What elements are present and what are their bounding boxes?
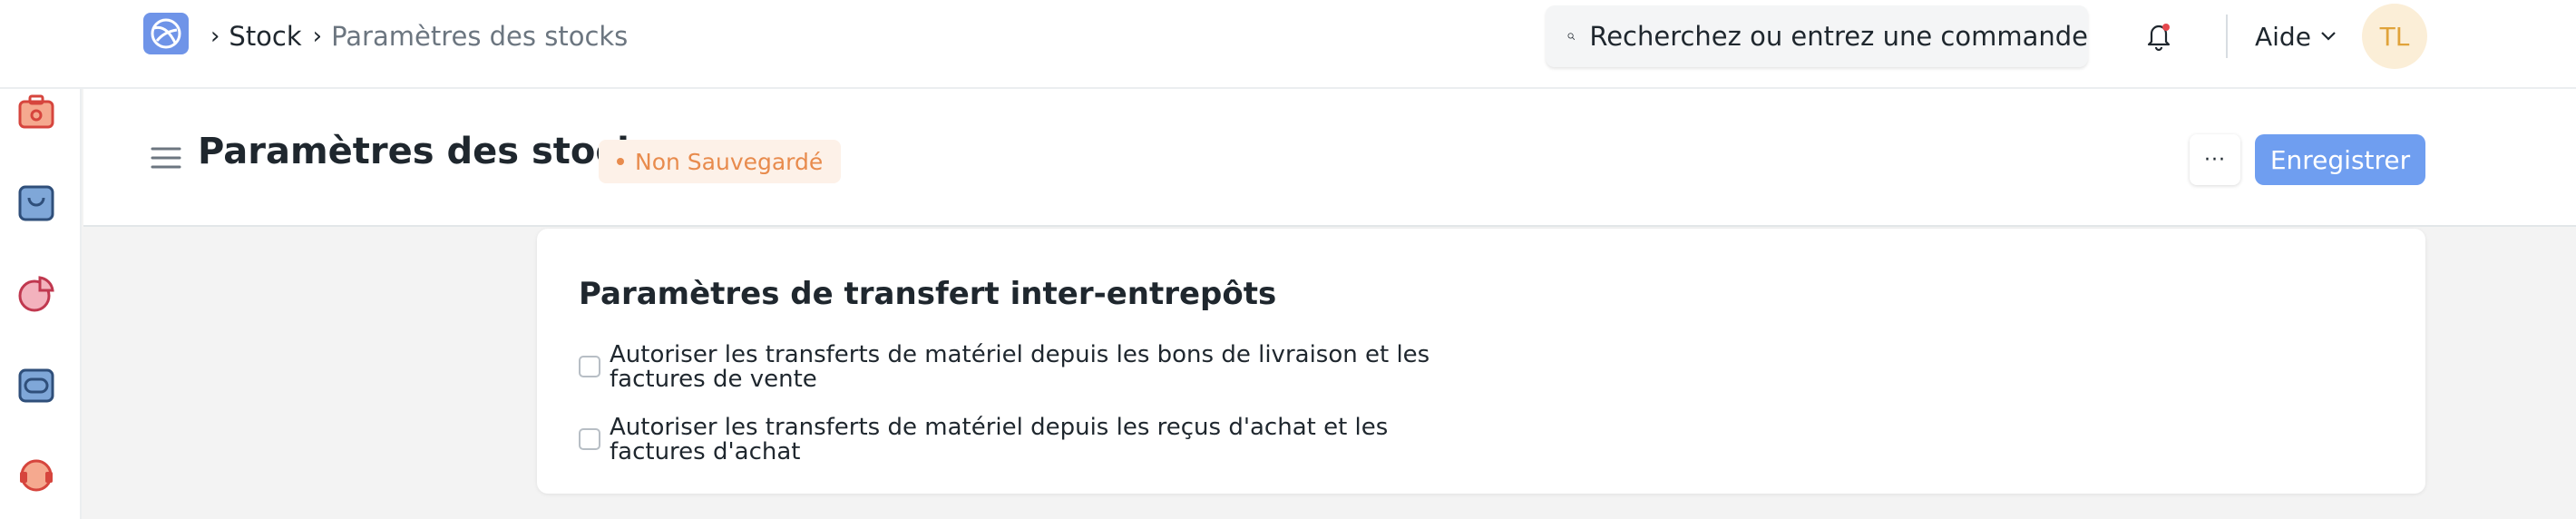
breadcrumb-stock-settings[interactable]: Paramètres des stocks (331, 21, 628, 52)
sidebar (0, 89, 82, 519)
option-row-delivery[interactable]: Autoriser les transferts de matériel dep… (579, 343, 1504, 392)
menu-toggle-icon[interactable] (151, 145, 181, 171)
section-title: Paramètres de transfert inter-entrepôts (579, 276, 1277, 312)
help-dropdown[interactable]: Aide (2255, 18, 2337, 54)
status-text: Non Sauvegardé (635, 148, 824, 175)
option-label: Autoriser les transferts de matériel dep… (610, 341, 1430, 393)
app-logo-icon[interactable] (143, 13, 189, 54)
status-badge: Non Sauvegardé (599, 140, 842, 183)
option-row-purchase[interactable]: Autoriser les transferts de matériel dep… (579, 416, 1504, 465)
chevron-right-icon: › (210, 23, 220, 50)
top-navbar: › Stock › Paramètres des stocks Recherch… (0, 0, 2576, 89)
breadcrumb: › Stock › Paramètres des stocks (210, 18, 628, 54)
avatar[interactable]: TL (2362, 4, 2427, 69)
status-dot (617, 158, 624, 165)
chevron-right-icon: › (312, 23, 323, 50)
navbar-divider (2226, 15, 2228, 58)
option-label: Autoriser les transferts de matériel dep… (610, 414, 1389, 465)
shopping-bag-icon[interactable] (16, 183, 56, 223)
toolbox-icon[interactable] (16, 93, 56, 132)
search-input[interactable]: Recherchez ou entrez une commande (1546, 5, 2088, 67)
checkbox-delivery-transfer[interactable] (579, 356, 600, 377)
wallet-icon[interactable] (16, 365, 56, 405)
breadcrumb-stock[interactable]: Stock (229, 21, 301, 52)
pie-chart-icon[interactable] (16, 274, 56, 314)
settings-card: Paramètres de transfert inter-entrepôts … (537, 229, 2425, 494)
search-icon (1567, 33, 1576, 40)
notification-bell-icon[interactable] (2144, 20, 2173, 53)
support-icon[interactable] (16, 455, 56, 495)
page-title: Paramètres des stocks (198, 131, 663, 172)
help-label: Aide (2255, 21, 2311, 52)
more-actions-button[interactable]: ··· (2190, 134, 2240, 185)
chevron-down-icon (2321, 32, 2336, 41)
page-header: Paramètres des stocks Non Sauvegardé ···… (83, 89, 2576, 227)
save-button[interactable]: Enregistrer (2255, 134, 2425, 185)
checkbox-purchase-transfer[interactable] (579, 428, 600, 450)
search-placeholder: Recherchez ou entrez une commande (1589, 21, 2088, 52)
